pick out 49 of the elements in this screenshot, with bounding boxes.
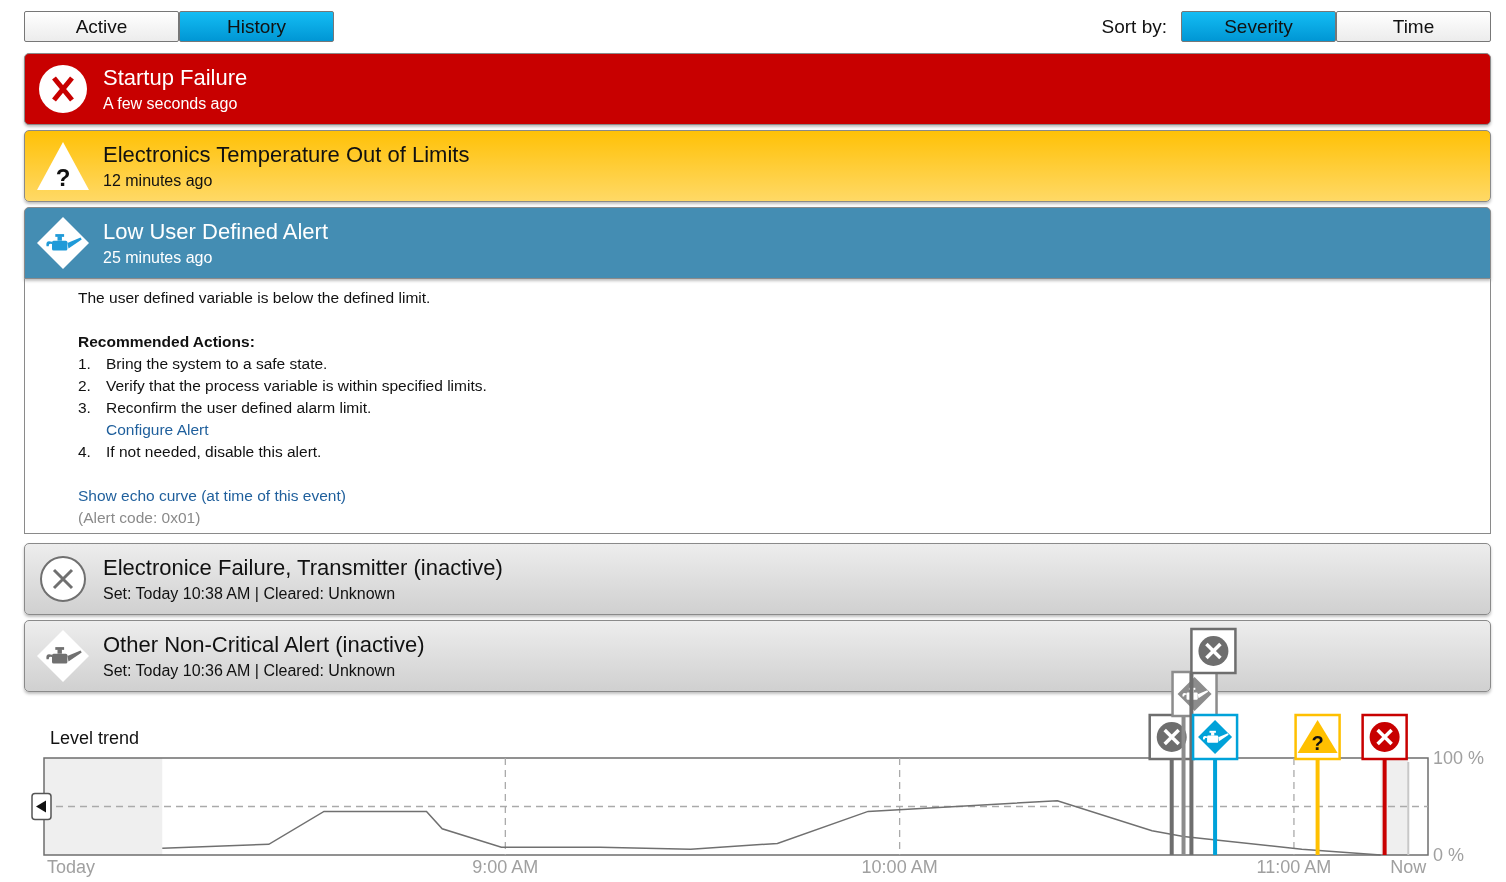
alert-title: Other Non-Critical Alert (inactive) [103,631,425,658]
actions-heading: Recommended Actions: [78,332,256,352]
alert-description: The user defined variable is below the defined limit. [78,288,432,308]
alert-title: Startup Failure [103,64,248,91]
action-text: Verify that the process variable is within specified limits. [106,376,487,396]
alert-time: 12 minutes ago [103,170,214,191]
sort-option[interactable]: Time [1336,11,1491,42]
alert-code: (Alert code: 0x01) [78,508,202,528]
y-axis-label: 100 % [1433,748,1485,768]
action-text: If not needed, disable this alert. [106,442,322,462]
maintenance-icon [37,630,89,682]
echo-curve-link[interactable]: Show echo curve (at time of this event) [78,487,346,504]
maintenance-icon [37,217,89,269]
alert-card[interactable]: Other Non-Critical Alert (inactive) Set: Today 10:36 AM | Cleared: Unknown [24,620,1491,692]
alert-card[interactable]: ? Electronics Temperature Out of Limits 12 minutes ago [24,130,1491,202]
alert-card[interactable]: Low User Defined Alert 25 minutes ago [24,207,1491,279]
sort-option[interactable]: Severity [1181,11,1336,42]
warning-icon: ? [37,140,89,192]
action-text: Bring the system to a safe state. [106,354,328,374]
alert-card[interactable]: Startup Failure A few seconds ago [24,53,1491,125]
failure-marker[interactable] [1361,713,1408,855]
alert-time: A few seconds ago [103,93,239,114]
view-tab[interactable]: Active [24,11,179,42]
failure-icon [37,553,89,605]
x-axis-label: Now [1390,857,1427,877]
alert-card[interactable]: Electronice Failure, Transmitter (inactive) Set: Today 10:38 AM | Cleared: Unknown [24,543,1491,615]
scroll-left-button[interactable] [31,792,52,821]
alert-time: 25 minutes ago [103,247,214,268]
x-axis-label: 9:00 AM [472,857,539,877]
failure-icon [37,63,89,115]
x-axis-label: 10:00 AM [861,857,938,877]
alert-title: Low User Defined Alert [103,218,328,245]
sort-label: Sort by: [1101,15,1167,38]
x-axis-label: Today [47,857,96,877]
chart-title: Level trend [50,728,140,748]
list-number: 2. [78,376,92,396]
view-tab[interactable]: History [179,11,334,42]
list-number: 1. [78,354,92,374]
list-number: 4. [78,442,92,462]
alert-time: Set: Today 10:36 AM | Cleared: Unknown [103,660,397,681]
list-number: 3. [78,398,92,418]
alert-title: Electronice Failure, Transmitter (inactive) [103,554,503,581]
y-axis-label: 0 % [1433,845,1465,865]
action-text: Reconfirm the user defined alarm limit. [106,398,372,418]
configure-alert-link[interactable]: Configure Alert [106,421,209,438]
alert-time: Set: Today 10:38 AM | Cleared: Unknown [103,583,397,604]
maintenance-marker[interactable] [1191,713,1239,855]
x-axis-label: 11:00 AM [1256,857,1332,877]
alert-title: Electronics Temperature Out of Limits [103,141,470,168]
